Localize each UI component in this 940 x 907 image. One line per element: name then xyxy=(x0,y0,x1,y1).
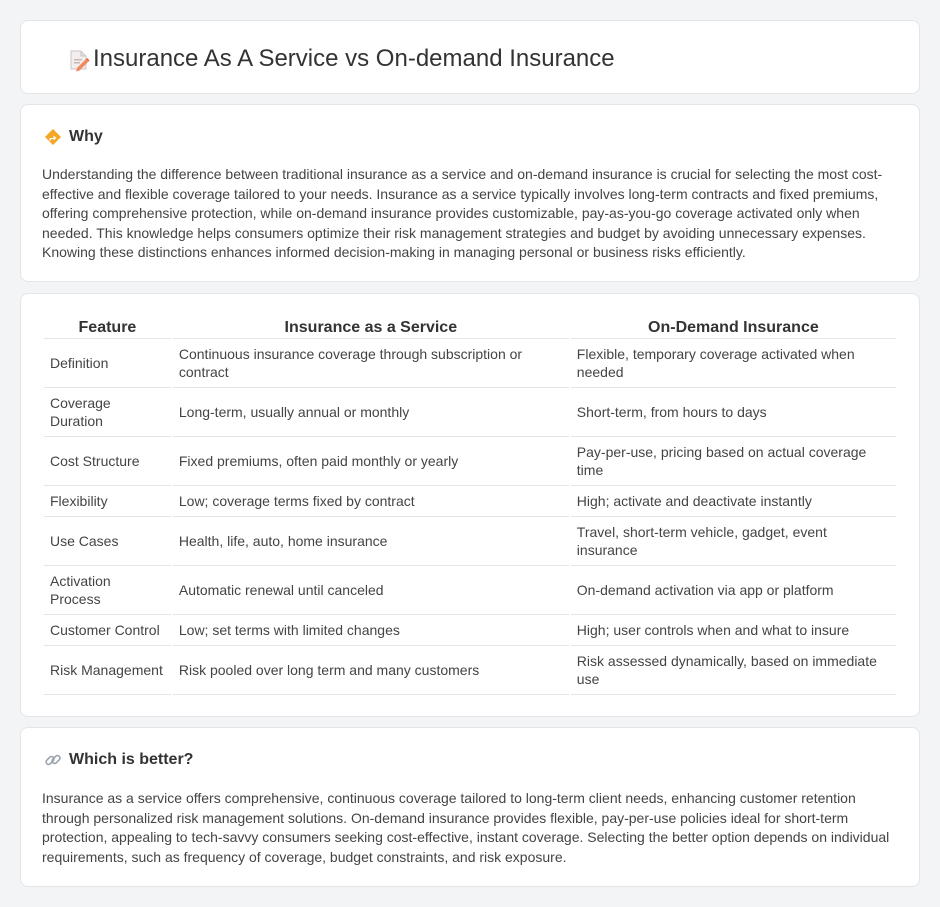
on-demand-cell: Risk assessed dynamically, based on imme… xyxy=(570,646,896,695)
why-heading: Why xyxy=(69,128,103,145)
table-row: Use Cases Health, life, auto, home insur… xyxy=(44,517,896,566)
table-row: Coverage Duration Long-term, usually ann… xyxy=(44,388,896,437)
service-cell: Low; set terms with limited changes xyxy=(172,615,569,646)
better-paragraph: Insurance as a service offers comprehens… xyxy=(42,790,890,865)
service-cell: Fixed premiums, often paid monthly or ye… xyxy=(172,437,569,486)
on-demand-cell: Flexible, temporary coverage activated w… xyxy=(570,339,896,388)
feature-cell: Definition xyxy=(44,339,171,388)
diamond-arrow-icon xyxy=(43,127,63,147)
why-heading-row: Why xyxy=(43,127,103,147)
feature-cell: Risk Management xyxy=(44,646,171,695)
on-demand-cell: On-demand activation via app or platform xyxy=(570,566,896,615)
service-cell: Risk pooled over long term and many cust… xyxy=(172,646,569,695)
on-demand-cell: Pay-per-use, pricing based on actual cov… xyxy=(570,437,896,486)
table-header-row: Feature Insurance as a Service On-Demand… xyxy=(44,315,896,339)
on-demand-cell: High; activate and deactivate instantly xyxy=(570,486,896,517)
better-heading-row: Which is better? xyxy=(43,750,193,770)
service-cell: Long-term, usually annual or monthly xyxy=(172,388,569,437)
table-row: Customer Control Low; set terms with lim… xyxy=(44,615,896,646)
on-demand-cell: Travel, short-term vehicle, gadget, even… xyxy=(570,517,896,566)
feature-cell: Activation Process xyxy=(44,566,171,615)
feature-cell: Flexibility xyxy=(44,486,171,517)
feature-cell: Customer Control xyxy=(44,615,171,646)
link-icon xyxy=(43,750,63,770)
column-header-on-demand-insurance: On-Demand Insurance xyxy=(570,315,896,339)
table-row: Cost Structure Fixed premiums, often pai… xyxy=(44,437,896,486)
comparison-card: Feature Insurance as a Service On-Demand… xyxy=(20,293,920,717)
service-cell: Health, life, auto, home insurance xyxy=(172,517,569,566)
title-card: Insurance As A Service vs On-demand Insu… xyxy=(20,20,920,94)
service-cell: Automatic renewal until canceled xyxy=(172,566,569,615)
document-pencil-icon xyxy=(67,48,91,72)
on-demand-cell: Short-term, from hours to days xyxy=(570,388,896,437)
page-title: Insurance As A Service vs On-demand Insu… xyxy=(93,45,615,72)
on-demand-cell: High; user controls when and what to ins… xyxy=(570,615,896,646)
why-card: Why Understanding the difference between… xyxy=(20,104,920,282)
column-header-insurance-as-a-service: Insurance as a Service xyxy=(172,315,569,339)
service-cell: Low; coverage terms fixed by contract xyxy=(172,486,569,517)
service-cell: Continuous insurance coverage through su… xyxy=(172,339,569,388)
feature-cell: Coverage Duration xyxy=(44,388,171,437)
column-header-feature: Feature xyxy=(44,315,171,339)
better-heading: Which is better? xyxy=(69,751,194,768)
why-paragraph: Understanding the difference between tra… xyxy=(42,166,883,261)
table-row: Definition Continuous insurance coverage… xyxy=(44,339,896,388)
table-row: Activation Process Automatic renewal unt… xyxy=(44,566,896,615)
which-is-better-card: Which is better? Insurance as a service … xyxy=(20,727,920,887)
table-row: Risk Management Risk pooled over long te… xyxy=(44,646,896,695)
comparison-table: Feature Insurance as a Service On-Demand… xyxy=(42,315,898,695)
feature-cell: Use Cases xyxy=(44,517,171,566)
feature-cell: Cost Structure xyxy=(44,437,171,486)
table-row: Flexibility Low; coverage terms fixed by… xyxy=(44,486,896,517)
